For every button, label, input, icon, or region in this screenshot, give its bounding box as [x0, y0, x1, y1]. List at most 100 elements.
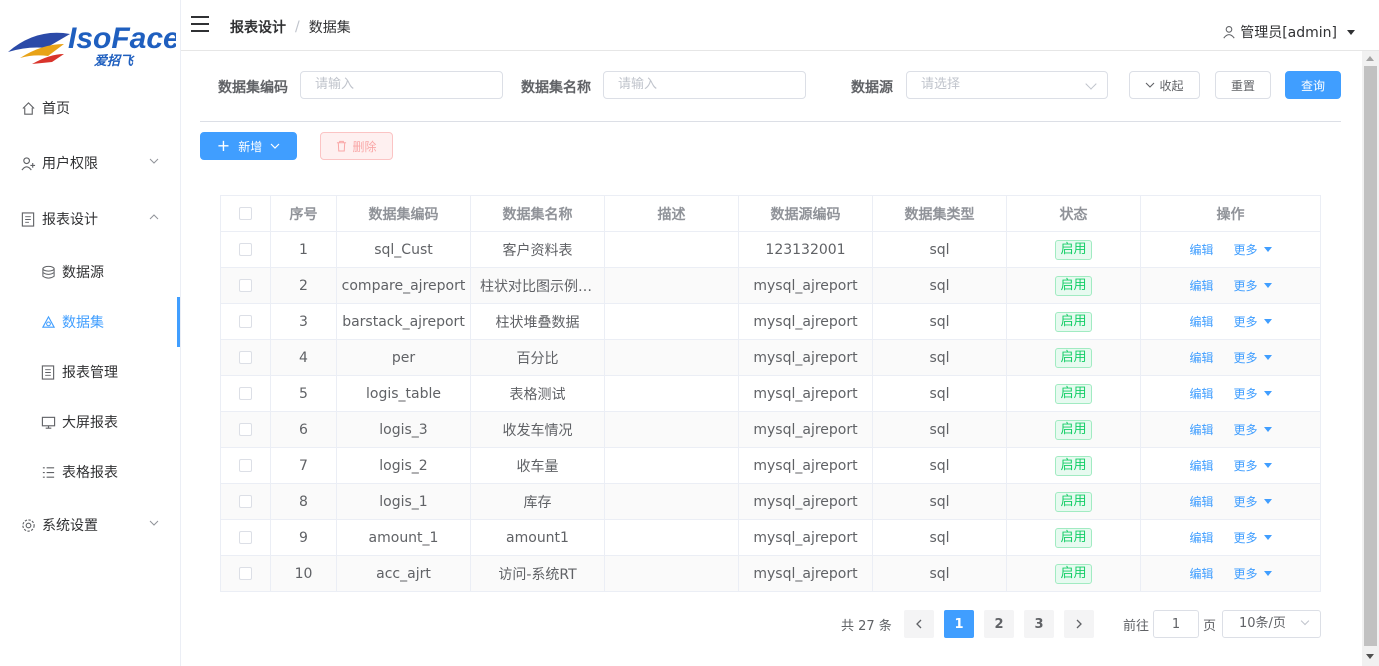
collapse-button[interactable]: 收起 [1129, 71, 1200, 99]
select-all-checkbox[interactable] [239, 207, 252, 220]
edit-link[interactable]: 编辑 [1189, 565, 1213, 582]
sidebar-item-system-settings[interactable]: 系统设置 [0, 500, 181, 550]
row-checkbox[interactable] [239, 351, 252, 364]
table-row[interactable]: 6 logis_3 收发车情况 mysql_ajreport sql 启用 编辑 更多 [221, 412, 1320, 448]
row-checkbox[interactable] [239, 531, 252, 544]
edit-link[interactable]: 编辑 [1189, 313, 1213, 330]
caret-down-icon [1263, 355, 1272, 360]
dataset-name: 柱状对比图示例数据 [480, 278, 595, 295]
hamburger-menu-icon[interactable] [191, 16, 209, 32]
edit-link[interactable]: 编辑 [1189, 349, 1213, 366]
table-cell: mysql_ajreport [739, 412, 873, 447]
table-cell: sql [873, 304, 1007, 339]
goto-page-input[interactable]: 1 [1153, 610, 1199, 638]
dataset-code-label: 数据集编码 [218, 80, 288, 96]
table-row[interactable]: 10 acc_ajrt 访问-系统RT mysql_ajreport sql 启用 编辑 更多 [221, 556, 1320, 592]
dataset-type: sql [929, 313, 950, 330]
edit-link[interactable]: 编辑 [1189, 241, 1213, 258]
sidebar-item-user-permission[interactable]: 用户权限 [0, 138, 181, 188]
page-size-select[interactable]: 10条/页 [1222, 610, 1321, 638]
table-row[interactable]: 8 logis_1 库存 mysql_ajreport sql 启用 编辑 更多 [221, 484, 1320, 520]
table-cell: mysql_ajreport [739, 556, 873, 591]
dataset-type: sql [929, 457, 950, 474]
more-dropdown[interactable]: 更多 [1234, 277, 1272, 294]
prev-page-button[interactable] [904, 610, 934, 638]
edit-link[interactable]: 编辑 [1189, 421, 1213, 438]
dataset-code-input[interactable]: 请输入 [300, 71, 503, 99]
brand-logo: IsoFace 爱招飞 [6, 14, 180, 70]
table-row[interactable]: 2 compare_ajreport 柱状对比图示例数据 mysql_ajreport… [221, 268, 1320, 304]
more-label: 更多 [1233, 387, 1258, 401]
edit-link[interactable]: 编辑 [1189, 457, 1213, 474]
dataset-name-input[interactable]: 请输入 [603, 71, 806, 99]
table-cell: 启用 [1007, 304, 1141, 339]
datasource-select[interactable]: 请选择 [906, 71, 1108, 99]
breadcrumb-item[interactable]: 报表设计 [230, 17, 286, 37]
more-dropdown[interactable]: 更多 [1234, 457, 1272, 474]
edit-link[interactable]: 编辑 [1189, 385, 1213, 402]
more-dropdown[interactable]: 更多 [1234, 529, 1272, 546]
more-dropdown[interactable]: 更多 [1234, 565, 1272, 582]
table-row[interactable]: 5 logis_table 表格测试 mysql_ajreport sql 启用 编辑 更多 [221, 376, 1320, 412]
row-checkbox[interactable] [239, 567, 252, 580]
scroll-up-arrow-icon[interactable] [1366, 56, 1374, 61]
row-checkbox[interactable] [239, 243, 252, 256]
dataset-type: sql [929, 241, 950, 258]
sidebar-item-report-manage[interactable]: 报表管理 [0, 347, 181, 397]
table-row[interactable]: 1 sql_Cust 客户资料表 123132001 sql 启用 编辑 更多 [221, 232, 1320, 268]
scrollbar-thumb[interactable] [1364, 66, 1377, 646]
filter-divider [200, 121, 1341, 122]
row-checkbox[interactable] [239, 459, 252, 472]
column-header: 数据集名称 [471, 196, 605, 231]
next-page-button[interactable] [1064, 610, 1094, 638]
table-cell: 编辑 更多 [1141, 376, 1320, 411]
sidebar-item-home[interactable]: 首页 [0, 83, 181, 133]
table-row[interactable]: 7 logis_2 收车量 mysql_ajreport sql 启用 编辑 更多 [221, 448, 1320, 484]
page-size-value: 10条/页 [1239, 616, 1286, 631]
table-cell: 启用 [1007, 268, 1141, 303]
status-badge: 启用 [1055, 311, 1092, 332]
table-cell: 编辑 更多 [1141, 268, 1320, 303]
more-dropdown[interactable]: 更多 [1234, 421, 1272, 438]
delete-button[interactable]: 删除 [320, 132, 393, 160]
more-dropdown[interactable]: 更多 [1234, 241, 1272, 258]
row-checkbox[interactable] [239, 495, 252, 508]
edit-link[interactable]: 编辑 [1189, 493, 1213, 510]
more-dropdown[interactable]: 更多 [1234, 385, 1272, 402]
row-checkbox[interactable] [239, 279, 252, 292]
table-cell: sql [873, 556, 1007, 591]
sidebar-item-datasource[interactable]: 数据源 [0, 247, 181, 297]
user-menu[interactable]: 管理员[admin] [1222, 22, 1355, 42]
more-dropdown[interactable]: 更多 [1234, 349, 1272, 366]
table-cell: compare_ajreport [337, 268, 471, 303]
user-name: 管理员[admin] [1240, 25, 1337, 41]
table-cell [221, 232, 271, 267]
chevron-left-icon [916, 619, 922, 629]
row-checkbox[interactable] [239, 423, 252, 436]
edit-link[interactable]: 编辑 [1189, 277, 1213, 294]
more-label: 更多 [1233, 243, 1258, 257]
table-row[interactable]: 4 per 百分比 mysql_ajreport sql 启用 编辑 更多 [221, 340, 1320, 376]
sidebar-item-dataset[interactable]: 数据集 [0, 297, 181, 347]
caret-down-icon [1263, 535, 1272, 540]
page-button-2[interactable]: 2 [984, 610, 1014, 638]
more-dropdown[interactable]: 更多 [1234, 493, 1272, 510]
row-number: 3 [299, 313, 308, 330]
page-button-3[interactable]: 3 [1024, 610, 1054, 638]
page-button-1[interactable]: 1 [944, 610, 974, 638]
edit-link[interactable]: 编辑 [1189, 529, 1213, 546]
more-dropdown[interactable]: 更多 [1234, 313, 1272, 330]
reset-button[interactable]: 重置 [1215, 71, 1271, 99]
table-row[interactable]: 3 barstack_ajreport 柱状堆叠数据 mysql_ajreport sq… [221, 304, 1320, 340]
scroll-down-arrow-icon[interactable] [1366, 654, 1374, 659]
sidebar-item-report-design[interactable]: 报表设计 [0, 194, 181, 244]
row-checkbox[interactable] [239, 387, 252, 400]
query-button[interactable]: 查询 [1285, 71, 1341, 99]
sidebar-item-big-screen[interactable]: 大屏报表 [0, 397, 181, 447]
table-cell: sql [873, 412, 1007, 447]
row-checkbox[interactable] [239, 315, 252, 328]
row-number: 7 [299, 457, 308, 474]
sidebar-item-table-report[interactable]: 表格报表 [0, 447, 181, 497]
add-button[interactable]: + 新增 [200, 132, 297, 160]
table-row[interactable]: 9 amount_1 amount1 mysql_ajreport sql 启用 编辑 更多 [221, 520, 1320, 556]
